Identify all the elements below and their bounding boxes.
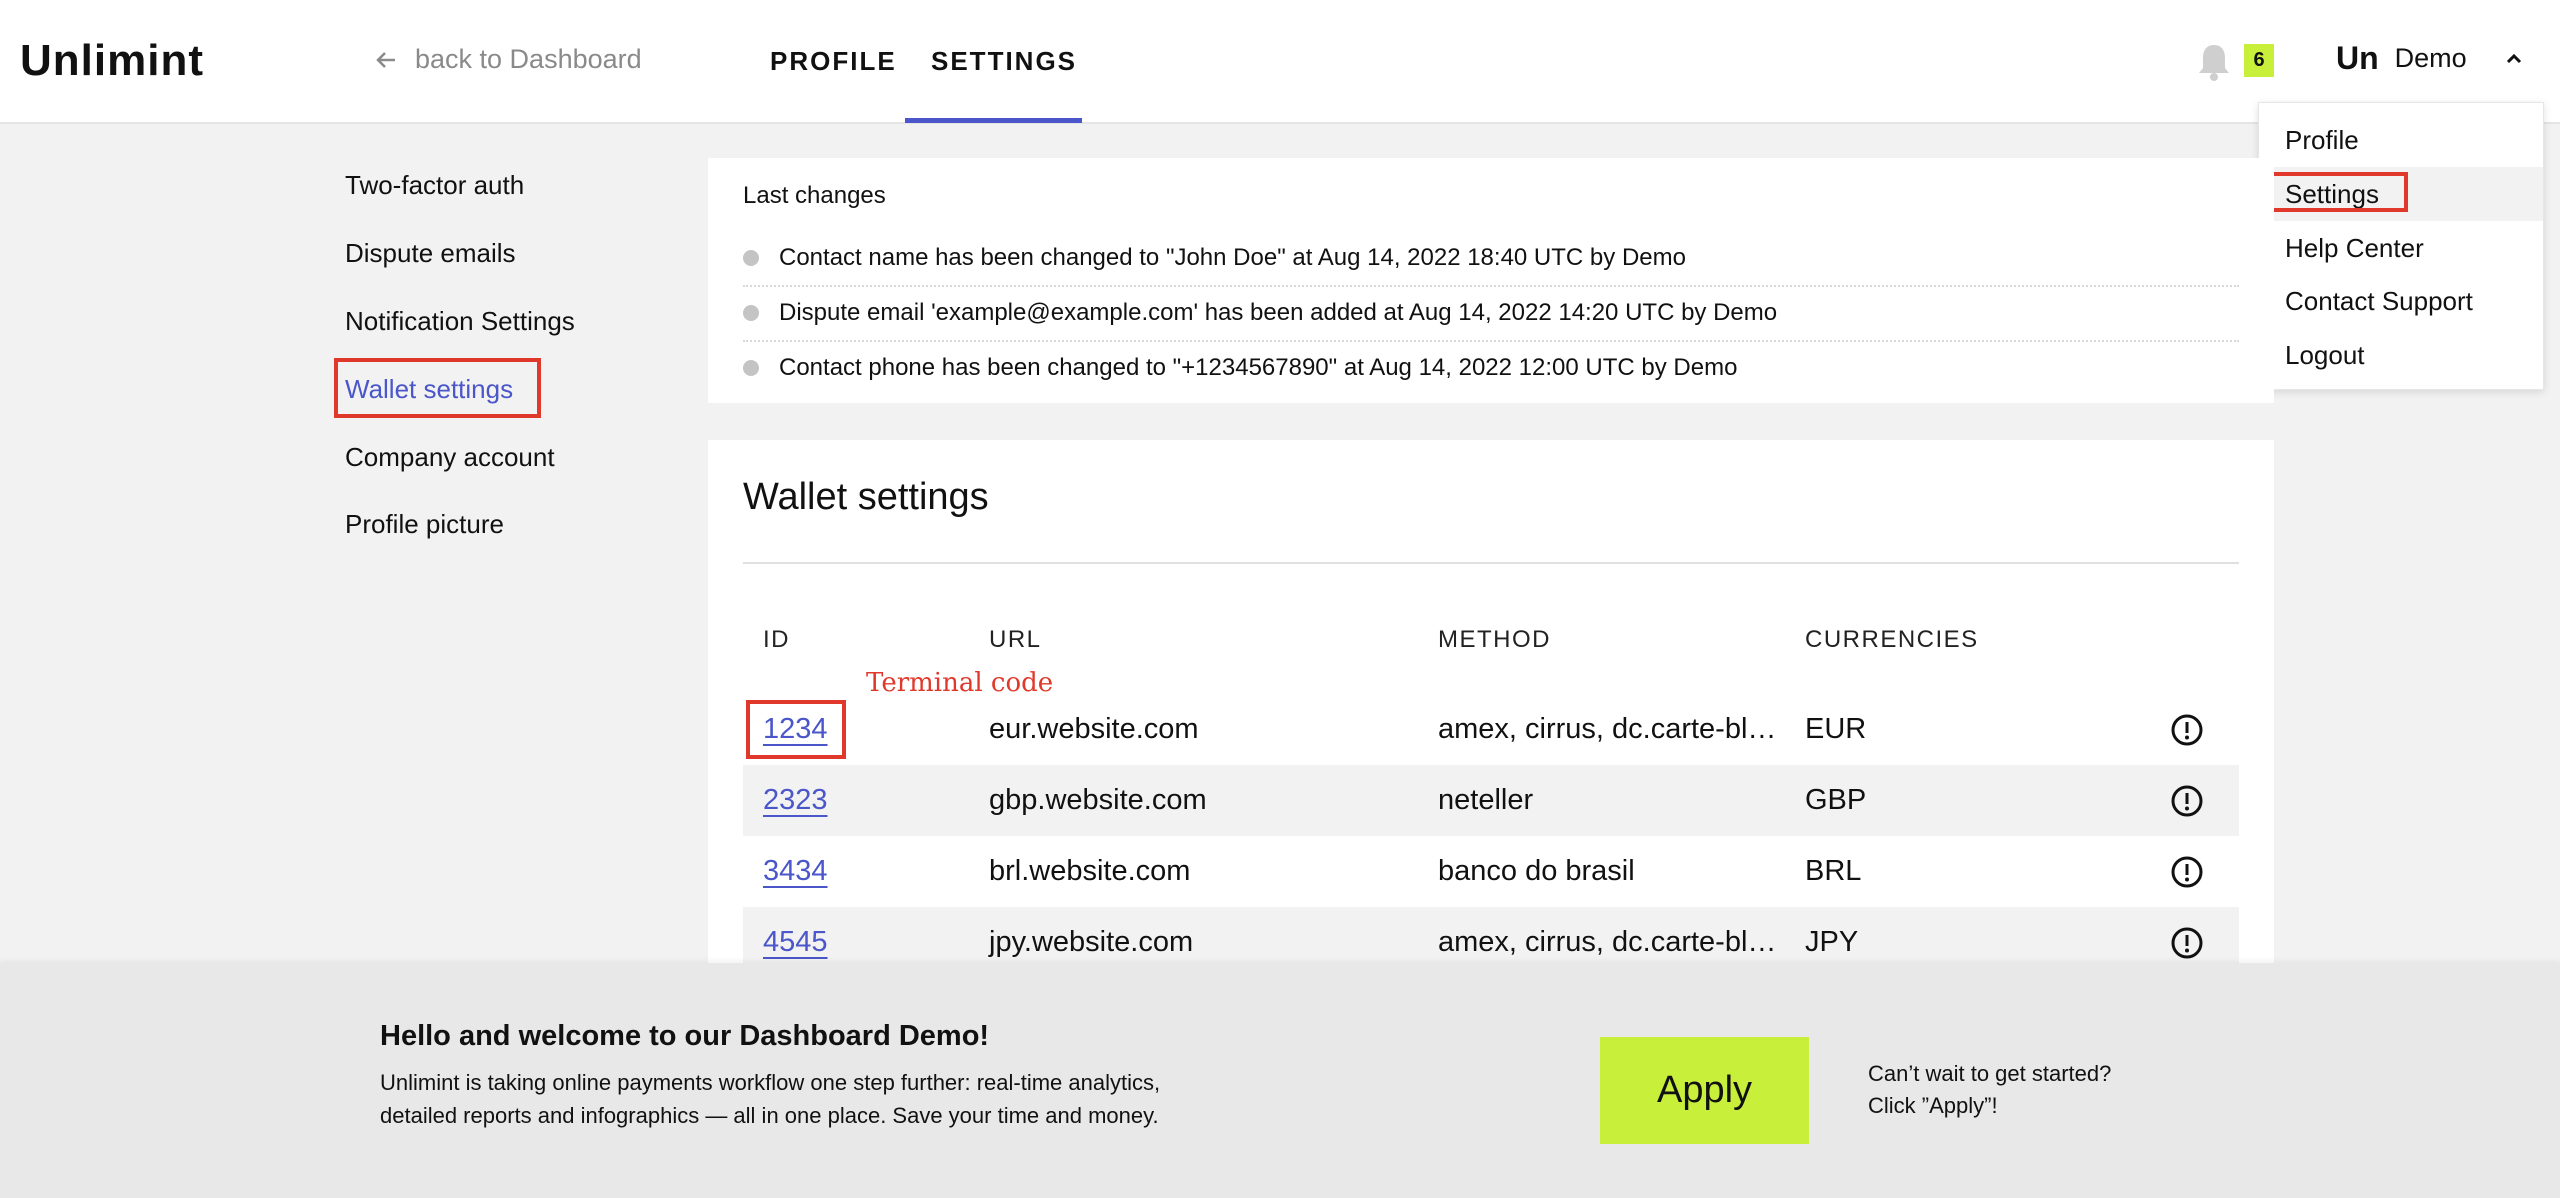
- wallet-method: neteller: [1438, 784, 1534, 816]
- sidebar-item-two-factor-auth[interactable]: Two-factor auth: [345, 170, 524, 201]
- table-row: 3434 brl.website.com banco do brasil BRL: [743, 836, 2239, 907]
- table-row: 1234 eur.website.com amex, cirrus, dc.ca…: [743, 694, 2239, 765]
- settings-highlight-box: [2266, 172, 2408, 212]
- cta-line: Can’t wait to get started?: [1868, 1061, 2112, 1086]
- bullet-dot: [743, 250, 759, 266]
- wallet-currency: BRL: [1805, 855, 1862, 887]
- user-avatar: Un: [2336, 40, 2379, 76]
- banner-title: Hello and welcome to our Dashboard Demo!: [380, 1020, 990, 1052]
- info-icon[interactable]: [2171, 785, 2203, 817]
- wallet-id-link[interactable]: 2323: [763, 765, 828, 836]
- info-icon[interactable]: [2171, 714, 2203, 746]
- wallet-currency: GBP: [1805, 784, 1867, 816]
- back-label: back to Dashboard: [415, 44, 642, 74]
- active-tab-indicator: [905, 118, 1082, 123]
- column-header-method: METHOD: [1438, 626, 1551, 653]
- bell-icon[interactable]: [2196, 42, 2232, 82]
- column-header-id: ID: [763, 626, 790, 653]
- arrow-left-icon: [376, 51, 395, 68]
- wallet-currency: EUR: [1805, 713, 1867, 745]
- sidebar-item-notification-settings[interactable]: Notification Settings: [345, 306, 575, 337]
- cta-line: Click ”Apply”!: [1868, 1093, 1998, 1118]
- last-changes-title: Last changes: [743, 182, 886, 209]
- info-icon[interactable]: [2171, 856, 2203, 888]
- column-header-url: URL: [989, 626, 1042, 653]
- change-item: Dispute email 'example@example.com' has …: [743, 286, 2239, 340]
- title-divider: [743, 562, 2239, 564]
- info-icon[interactable]: [2171, 927, 2203, 959]
- menu-item-contact-support[interactable]: Contact Support: [2285, 286, 2473, 317]
- sidebar-item-dispute-emails[interactable]: Dispute emails: [345, 238, 516, 269]
- tab-settings[interactable]: SETTINGS: [931, 46, 1077, 77]
- unlimint-logo[interactable]: Unlimint: [20, 36, 204, 86]
- change-item: Contact name has been changed to "John D…: [743, 231, 2239, 285]
- wallet-url: eur.website.com: [989, 713, 1199, 745]
- user-name: Demo: [2394, 43, 2467, 73]
- change-text: Contact phone has been changed to "+1234…: [779, 354, 1738, 381]
- tab-profile[interactable]: PROFILE: [770, 46, 897, 77]
- menu-item-profile[interactable]: Profile: [2285, 125, 2359, 156]
- chevron-up-icon: [2506, 53, 2521, 63]
- change-text: Contact name has been changed to "John D…: [779, 244, 1686, 271]
- wallet-method: banco do brasil: [1438, 855, 1635, 887]
- user-menu-toggle[interactable]: Un Demo: [2336, 40, 2523, 77]
- bullet-dot: [743, 305, 759, 321]
- wallet-settings-title: Wallet settings: [743, 476, 989, 518]
- banner-cta: Can’t wait to get started? Click ”Apply”…: [1868, 1058, 2111, 1122]
- bullet-dot: [743, 360, 759, 376]
- apply-button[interactable]: Apply: [1600, 1037, 1809, 1144]
- banner-text: Unlimint is taking online payments workf…: [380, 1070, 1161, 1128]
- sidebar-item-profile-picture[interactable]: Profile picture: [345, 509, 504, 540]
- menu-item-help-center[interactable]: Help Center: [2285, 233, 2424, 264]
- sidebar-item-company-account[interactable]: Company account: [345, 442, 555, 473]
- column-header-currencies: CURRENCIES: [1805, 626, 1979, 653]
- notification-count-badge: 6: [2244, 44, 2274, 77]
- back-to-dashboard-link[interactable]: back to Dashboard: [375, 44, 642, 75]
- wallet-id-link[interactable]: 3434: [763, 836, 828, 907]
- wallet-url: brl.website.com: [989, 855, 1191, 887]
- wallet-method: amex, cirrus, dc.carte-bl…: [1438, 713, 1777, 745]
- top-header: Unlimint back to Dashboard PROFILE SETTI…: [0, 0, 2560, 124]
- change-item: Contact phone has been changed to "+1234…: [743, 341, 2239, 395]
- terminal-code-highlight-box: [746, 700, 846, 759]
- table-row: 2323 gbp.website.com neteller GBP: [743, 765, 2239, 836]
- wallet-settings-highlight-box: [334, 358, 541, 418]
- menu-item-logout[interactable]: Logout: [2285, 340, 2365, 371]
- wallet-url: gbp.website.com: [989, 784, 1207, 816]
- change-text: Dispute email 'example@example.com' has …: [779, 299, 1778, 326]
- user-dropdown-menu: Profile Settings Help Center Contact Sup…: [2258, 102, 2544, 390]
